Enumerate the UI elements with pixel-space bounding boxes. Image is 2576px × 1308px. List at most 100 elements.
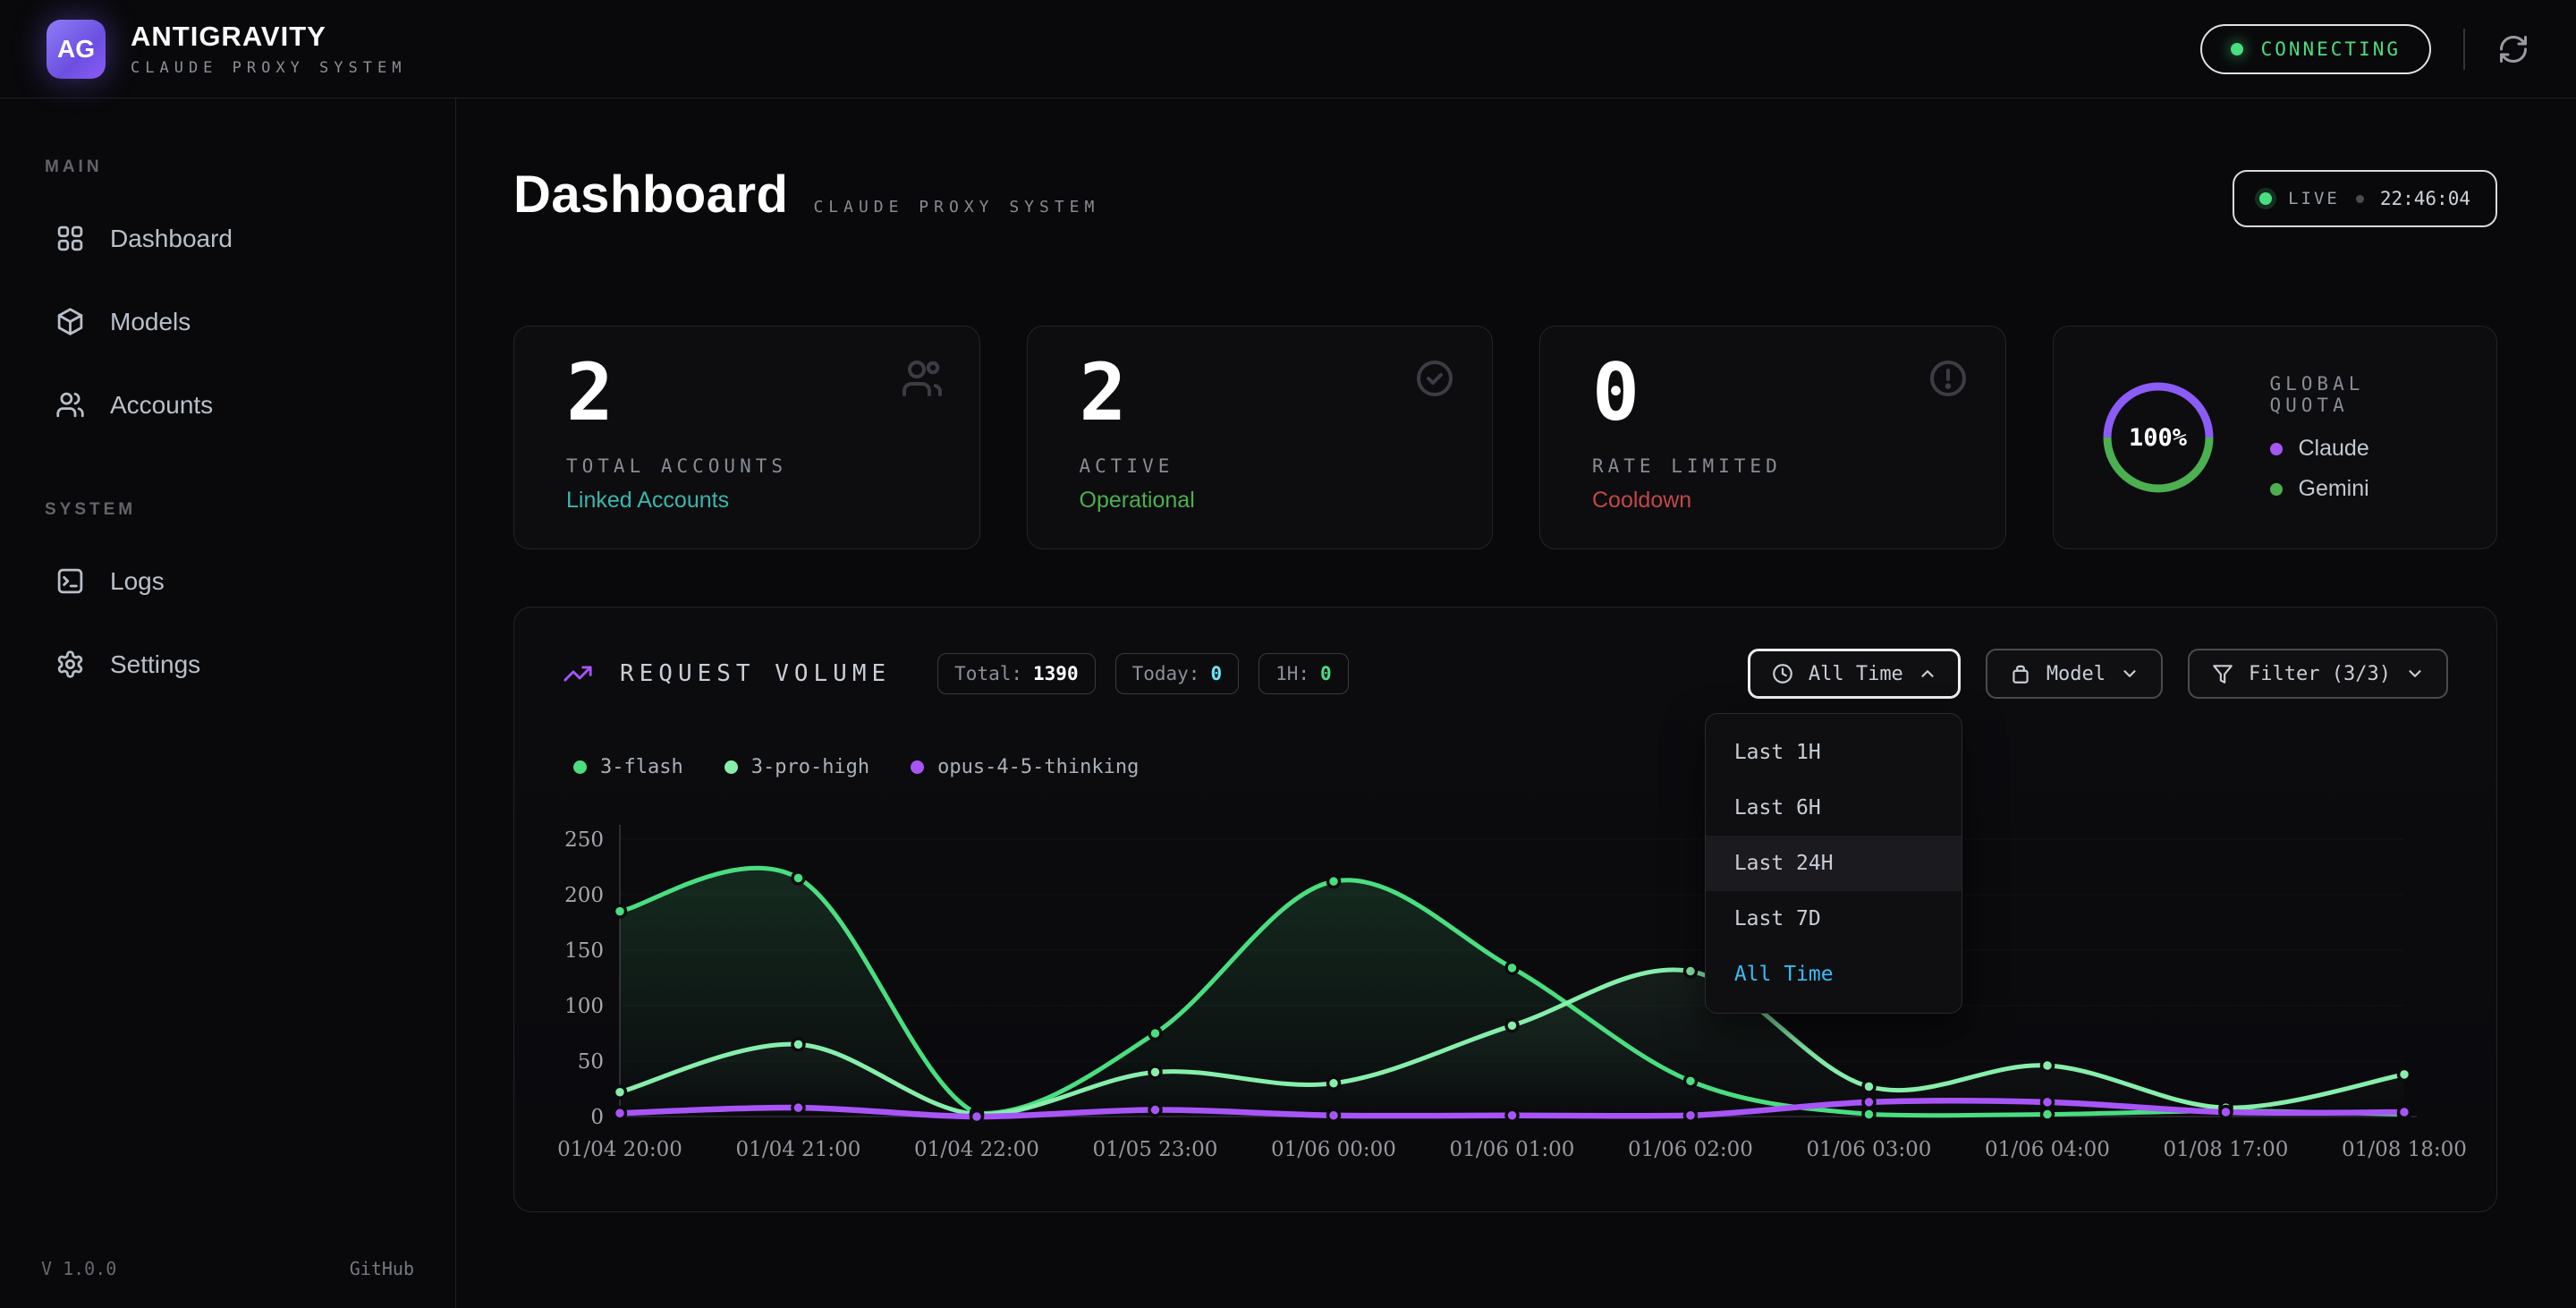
time-range-dropdown-menu: Last 1H Last 6H Last 24H Last 7D All Tim… bbox=[1705, 713, 1962, 1014]
svg-text:01/04 21:00: 01/04 21:00 bbox=[736, 1138, 861, 1161]
badge-value: 1390 bbox=[1033, 663, 1079, 684]
filter-dropdown-button[interactable]: Filter (3/3) bbox=[2188, 649, 2448, 699]
sidebar-item-label: Logs bbox=[110, 567, 165, 596]
live-clock: 22:46:04 bbox=[2380, 188, 2470, 209]
sidebar-item-logs[interactable]: Logs bbox=[41, 547, 419, 616]
connection-status-badge: CONNECTING bbox=[2200, 24, 2431, 74]
model-dropdown-button[interactable]: Model bbox=[1986, 649, 2163, 699]
sidebar-section-system: SYSTEM bbox=[45, 500, 419, 520]
request-volume-chart[interactable]: 05010015020025001/04 20:0001/04 21:0001/… bbox=[563, 791, 2447, 1170]
sidebar-item-label: Accounts bbox=[110, 391, 213, 420]
stat-label: RATE LIMITED bbox=[1592, 455, 1953, 477]
badge-value: 0 bbox=[1210, 663, 1222, 684]
dropdown-option-last-7d[interactable]: Last 7D bbox=[1706, 891, 1962, 947]
chevron-down-icon bbox=[2405, 664, 2425, 684]
legend-item-3-flash[interactable]: 3-flash bbox=[573, 756, 683, 778]
svg-text:01/06 03:00: 01/06 03:00 bbox=[1807, 1138, 1932, 1161]
stat-value: 2 bbox=[1080, 352, 1441, 434]
github-link[interactable]: GitHub bbox=[350, 1258, 414, 1279]
legend-item-3-pro-high[interactable]: 3-pro-high bbox=[724, 756, 869, 778]
chart-area: 05010015020025001/04 20:0001/04 21:0001/… bbox=[563, 791, 2448, 1170]
series-dot-icon bbox=[911, 760, 924, 774]
stat-sublabel: Operational bbox=[1080, 488, 1441, 514]
dropdown-option-last-24h[interactable]: Last 24H bbox=[1706, 836, 1962, 891]
stat-card-total-accounts: 2 TOTAL ACCOUNTS Linked Accounts bbox=[513, 326, 980, 549]
quota-label: GLOBAL QUOTA bbox=[2270, 373, 2456, 416]
total-requests-badge: Total: 1390 bbox=[937, 653, 1095, 694]
svg-text:250: 250 bbox=[564, 828, 604, 852]
app-version: V 1.0.0 bbox=[41, 1258, 116, 1279]
dropdown-option-last-1h[interactable]: Last 1H bbox=[1706, 725, 1962, 780]
quota-percent: 100% bbox=[2095, 374, 2222, 501]
live-dot-icon bbox=[2259, 192, 2272, 205]
sidebar-item-accounts[interactable]: Accounts bbox=[41, 370, 419, 439]
quota-legend-label: Gemini bbox=[2299, 476, 2369, 502]
hour-requests-badge: 1H: 0 bbox=[1258, 653, 1349, 694]
header-divider bbox=[2463, 29, 2465, 70]
quota-legend-claude: Claude bbox=[2270, 436, 2456, 462]
terminal-icon bbox=[55, 566, 85, 596]
badge-value: 0 bbox=[1320, 663, 1332, 684]
svg-text:01/06 04:00: 01/06 04:00 bbox=[1985, 1138, 2110, 1161]
users-icon bbox=[55, 390, 85, 420]
gear-icon bbox=[55, 650, 85, 679]
brand-title: ANTIGRAVITY bbox=[131, 21, 406, 53]
request-volume-panel: REQUEST VOLUME Total: 1390 Today: 0 1H: bbox=[513, 607, 2497, 1212]
svg-text:01/04 22:00: 01/04 22:00 bbox=[914, 1138, 1039, 1161]
time-range-dropdown-button[interactable]: All Time bbox=[1748, 649, 1961, 699]
app-logo: AG bbox=[47, 20, 106, 79]
svg-text:01/04 20:00: 01/04 20:00 bbox=[557, 1138, 682, 1161]
cube-icon bbox=[55, 307, 85, 336]
alert-circle-icon bbox=[1927, 357, 1970, 404]
refresh-button[interactable] bbox=[2497, 33, 2529, 65]
svg-text:01/05 23:00: 01/05 23:00 bbox=[1093, 1138, 1218, 1161]
gemini-dot-icon bbox=[2270, 483, 2283, 496]
svg-text:50: 50 bbox=[578, 1050, 604, 1074]
brand: AG ANTIGRAVITY CLAUDE PROXY SYSTEM bbox=[47, 20, 406, 79]
chevron-up-icon bbox=[1918, 664, 1937, 684]
sidebar-item-settings[interactable]: Settings bbox=[41, 630, 419, 699]
svg-text:0: 0 bbox=[590, 1106, 604, 1129]
live-label: LIVE bbox=[2288, 189, 2340, 208]
brand-subtitle: CLAUDE PROXY SYSTEM bbox=[131, 59, 406, 77]
time-range-value: All Time bbox=[1809, 663, 1903, 685]
badge-label: Total: bbox=[954, 663, 1022, 684]
stat-value: 2 bbox=[566, 352, 928, 434]
badge-label: Today: bbox=[1132, 663, 1200, 684]
funnel-icon bbox=[2211, 662, 2234, 685]
svg-text:200: 200 bbox=[564, 884, 604, 907]
clock-icon bbox=[1771, 662, 1794, 685]
stat-card-rate-limited: 0 RATE LIMITED Cooldown bbox=[1539, 326, 2006, 549]
dropdown-option-last-6h[interactable]: Last 6H bbox=[1706, 780, 1962, 836]
panel-title: REQUEST VOLUME bbox=[620, 660, 891, 687]
stat-label: ACTIVE bbox=[1080, 455, 1441, 477]
series-dot-icon bbox=[724, 760, 738, 774]
sidebar-item-models[interactable]: Models bbox=[41, 287, 419, 356]
legend-item-opus[interactable]: opus-4-5-thinking bbox=[911, 756, 1139, 778]
legend-label: 3-pro-high bbox=[751, 756, 869, 778]
sidebar-item-label: Settings bbox=[110, 650, 200, 679]
page-subtitle: CLAUDE PROXY SYSTEM bbox=[813, 198, 1099, 217]
svg-text:01/06 00:00: 01/06 00:00 bbox=[1271, 1138, 1396, 1161]
quota-legend-gemini: Gemini bbox=[2270, 476, 2456, 502]
sidebar-item-label: Models bbox=[110, 308, 191, 336]
svg-text:01/08 18:00: 01/08 18:00 bbox=[2342, 1138, 2467, 1161]
trending-up-icon bbox=[563, 658, 593, 689]
stat-card-global-quota: 100% GLOBAL QUOTA Claude Gemini bbox=[2053, 326, 2498, 549]
legend-label: 3-flash bbox=[600, 756, 683, 778]
badge-label: 1H: bbox=[1275, 663, 1309, 684]
model-cube-icon bbox=[2009, 662, 2032, 685]
dropdown-option-all-time[interactable]: All Time bbox=[1706, 947, 1962, 1002]
stat-sublabel: Linked Accounts bbox=[566, 488, 928, 514]
app-header: AG ANTIGRAVITY CLAUDE PROXY SYSTEM CONNE… bbox=[0, 0, 2576, 98]
sidebar-item-dashboard[interactable]: Dashboard bbox=[41, 204, 419, 273]
sidebar-item-label: Dashboard bbox=[110, 225, 233, 253]
chevron-down-icon bbox=[2120, 664, 2140, 684]
claude-dot-icon bbox=[2270, 443, 2283, 455]
svg-text:01/08 17:00: 01/08 17:00 bbox=[2164, 1138, 2289, 1161]
svg-text:01/06 01:00: 01/06 01:00 bbox=[1450, 1138, 1575, 1161]
page-title: Dashboard bbox=[513, 165, 788, 225]
status-label: CONNECTING bbox=[2261, 38, 2401, 60]
model-button-label: Model bbox=[2046, 663, 2106, 685]
series-dot-icon bbox=[573, 760, 587, 774]
